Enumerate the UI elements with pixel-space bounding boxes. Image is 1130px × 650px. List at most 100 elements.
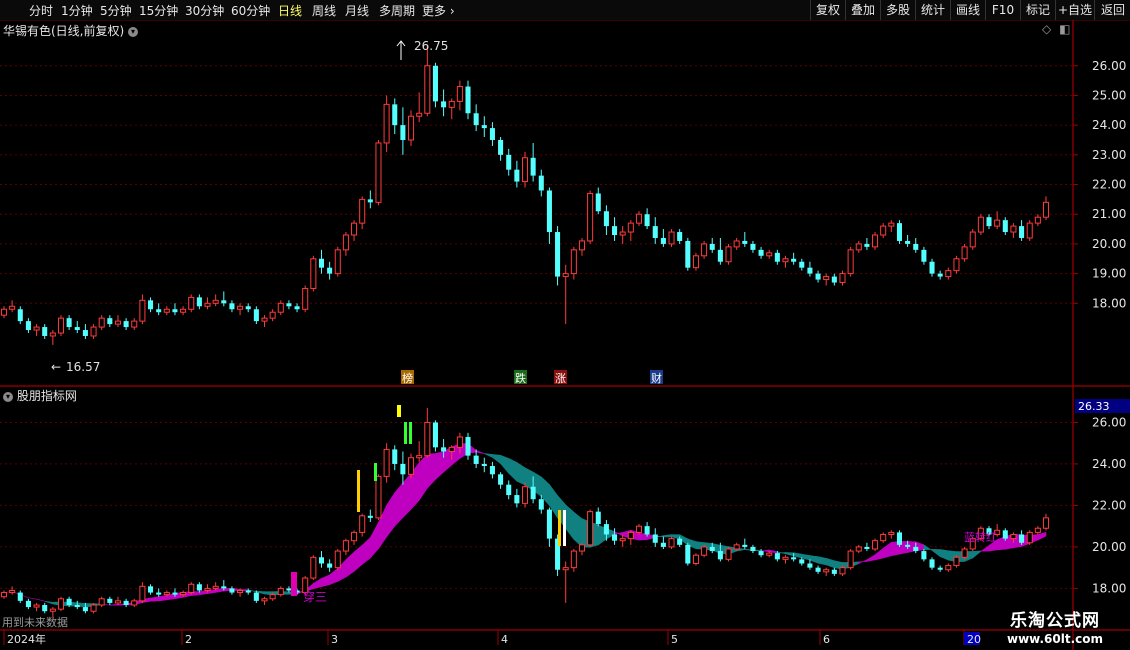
candle-body [799,261,805,268]
high-price-label: 26.75 [414,39,448,53]
candle-body [74,327,80,331]
candle-body [318,258,325,268]
indicator-candle-body [98,598,105,606]
indicator-candle-body [905,544,911,547]
candle-body [465,86,471,114]
indicator-candle-body [766,552,773,556]
indicator-candle-body [627,531,634,540]
band-segment [36,598,45,602]
candle-body [514,169,520,182]
y-tick-label: 24.00 [1092,118,1126,132]
band-segment [427,453,436,489]
candle-body [229,303,235,310]
candle-body [562,273,569,278]
indicator-candle-body [953,556,960,567]
band-segment [785,552,794,557]
panel-toggle-icon[interactable]: ◧ [1059,22,1070,36]
y-tick-label: 26.00 [1092,59,1126,73]
candle-body [644,214,650,227]
candle-body [25,321,31,331]
candle-body [742,240,748,244]
candle-body [692,255,699,269]
candle-body [782,258,789,263]
indicator-candle-body [791,557,797,560]
indicator-candle-body [416,455,423,459]
candle-body [221,300,227,304]
indicator-candle-body [367,515,373,518]
indicator-candle-body [1002,530,1008,539]
indicator-candle-body [839,567,846,575]
kline-chart[interactable]: 26.00 25.00 24.00 23.00 22.00 21.00 20.00 19.00… [0,0,1130,650]
candle-body [913,243,919,250]
band-segment [313,577,322,590]
candle-body [1042,201,1050,218]
candle-body [375,142,382,203]
event-tag-rise: 涨 [555,372,566,385]
indicator-candle-body [90,604,97,612]
band-segment [44,600,54,605]
candle-body [196,297,202,307]
indicator-candle-body [677,538,683,545]
indicator-candle-body [530,486,536,500]
chevron-down-icon[interactable]: ▾ [3,392,13,402]
indicator-candle-body [782,556,789,560]
indicator-candle-body [546,509,552,539]
candle-body [701,243,708,257]
indicator-candle-body [619,538,626,542]
panel-controls: ◇ ◧ [1042,22,1070,36]
indicator-candle-body [733,544,740,550]
band-segment [158,594,168,602]
indicator-candle-body [0,592,8,598]
indicator-candle-body [668,538,675,548]
indicator-candle-body [652,534,658,543]
indicator-candle-body [342,540,349,552]
candle-body [392,104,398,126]
candle-body [758,249,764,256]
candle-body [42,327,48,336]
candle-body [977,216,984,233]
indicator-candle-body [221,586,227,589]
band-segment [109,603,119,606]
x-tick-label: 2 [185,633,192,646]
candle-body [555,232,561,277]
band-segment [516,461,526,486]
band-segment [361,536,371,565]
diamond-icon[interactable]: ◇ [1042,22,1051,36]
indicator-candle-body [188,583,195,594]
band-segment [1037,532,1047,541]
band-segment [329,567,339,586]
low-price-label: 16.57 [66,360,100,374]
indicator-candle-body [424,421,431,457]
grid-lines [0,65,1073,589]
candle-body [49,332,56,337]
band-segment [386,491,396,538]
candle-body [896,223,902,241]
indicator-candle-body [261,598,268,602]
chevron-down-icon[interactable]: ▾ [128,27,139,37]
indicator-candle-body [538,499,544,510]
indicator-candle-body [937,567,943,570]
band-segment [418,453,428,502]
candle-body [921,249,927,262]
candle-body [1034,216,1041,224]
indicator-candle-body [864,546,870,549]
candle-body [872,234,879,248]
candle-body [408,115,415,141]
indicator-candle-body [473,455,479,464]
candle-body [750,243,756,250]
indicator-candle-body [481,463,487,467]
event-tags[interactable]: 榜 跌 涨 财 [401,370,663,385]
candle-body [212,299,219,304]
indicator-candle-body [1034,527,1041,533]
indicator-candle-body [506,484,512,496]
indicator-candle-body [277,587,284,596]
candle-body [546,190,552,233]
y-axis-ticks: 26.00 25.00 24.00 23.00 22.00 21.00 20.00 19.00… [1073,59,1126,595]
indicator-candles [0,407,1050,618]
main-panel-title[interactable]: 华锡有色(日线,前复权) ▾ [3,22,139,39]
indicator-candle-body [692,554,699,565]
indicator-candle-body [351,531,358,542]
svg-text:←: ← [51,360,61,374]
indicator-panel-title[interactable]: ▾ 股朋指标网 [3,387,77,404]
watermark-url: www.60lt.com [1006,632,1104,646]
